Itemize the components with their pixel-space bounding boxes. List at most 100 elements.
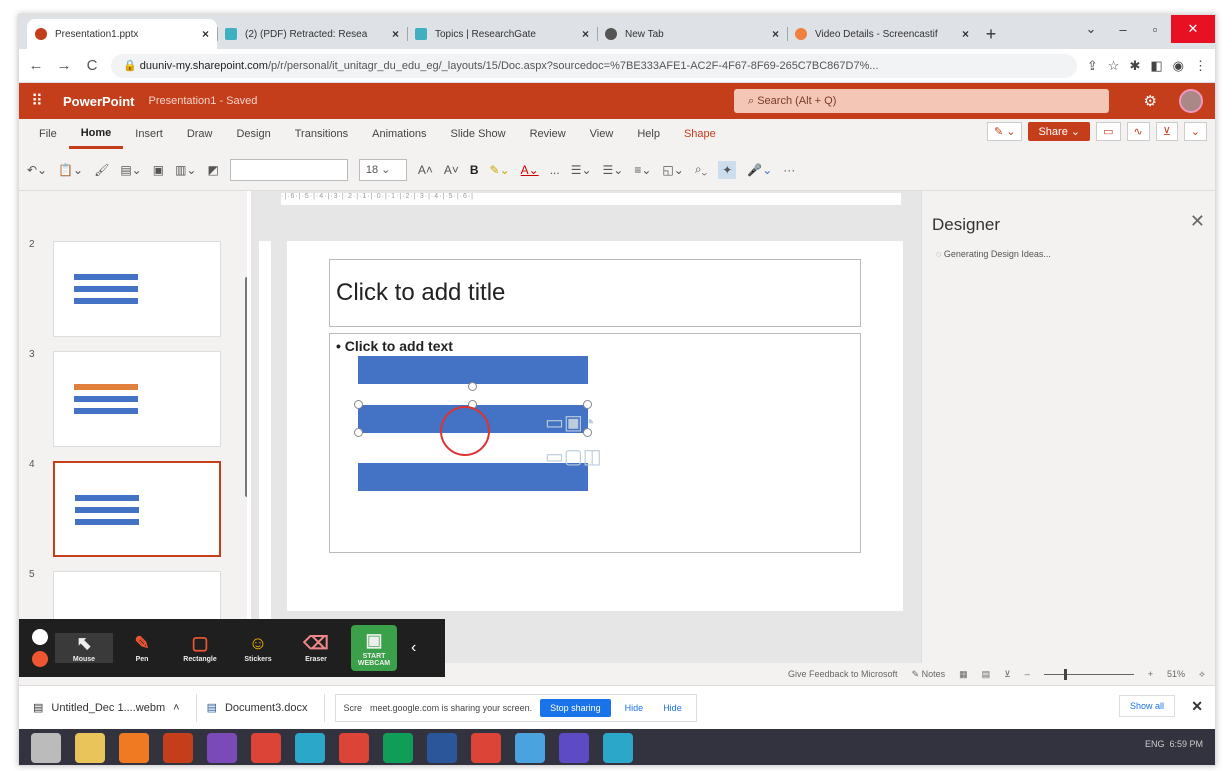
profile-icon[interactable]: ◉ bbox=[1173, 58, 1184, 74]
download-item[interactable]: ▤ Untitled_Dec 1....webm ˄ bbox=[33, 693, 197, 722]
font-color-icon[interactable]: A⌄ bbox=[521, 163, 539, 177]
tab-shape[interactable]: Shape bbox=[672, 119, 728, 149]
font-size-field[interactable]: 18 ⌄ bbox=[358, 158, 407, 181]
tab-view[interactable]: View bbox=[578, 119, 626, 149]
chrome-icon[interactable] bbox=[471, 733, 501, 763]
download-item[interactable]: ▤ Document3.docx bbox=[207, 693, 325, 722]
numbering-icon[interactable]: ☰⌄ bbox=[603, 163, 624, 177]
search-box[interactable]: ⌕ Search (Alt + Q) bbox=[734, 89, 1109, 113]
overflow-icon[interactable]: ··· bbox=[783, 163, 795, 177]
settings-gear-icon[interactable]: ⚙ bbox=[1144, 92, 1157, 110]
more-font-options-button[interactable]: ... bbox=[550, 163, 560, 177]
stickers-tool[interactable]: ☺ Stickers bbox=[229, 633, 287, 663]
tab-insert[interactable]: Insert bbox=[123, 119, 175, 149]
close-tab-icon[interactable]: × bbox=[202, 27, 209, 41]
window-close-icon[interactable]: ✕ bbox=[1171, 15, 1215, 43]
present-icon[interactable]: ⊻ bbox=[1155, 122, 1178, 141]
bold-button[interactable]: B bbox=[470, 163, 479, 177]
align-icon[interactable]: ≡⌄ bbox=[634, 163, 651, 177]
rotate-handle[interactable] bbox=[468, 382, 477, 391]
file-explorer-icon[interactable] bbox=[75, 733, 105, 763]
undo-icon[interactable]: ↶⌄ bbox=[27, 163, 47, 177]
system-tray[interactable]: ENG 6:59 PM bbox=[1145, 739, 1203, 749]
chrome-icon[interactable] bbox=[339, 733, 369, 763]
app-name[interactable]: PowerPoint bbox=[63, 94, 135, 109]
drive-icon[interactable] bbox=[383, 733, 413, 763]
share-button[interactable]: Share ⌄ bbox=[1028, 122, 1091, 141]
new-tab-button[interactable]: + bbox=[977, 20, 1005, 48]
tab-help[interactable]: Help bbox=[625, 119, 672, 149]
tab-newtab[interactable]: New Tab × bbox=[597, 19, 787, 49]
shrink-font-icon[interactable]: A˅ bbox=[444, 163, 459, 177]
reset-icon[interactable]: ◩ bbox=[208, 163, 219, 177]
collapse-toolbar-icon[interactable]: ‹ bbox=[411, 639, 416, 657]
thumbnails-scrollbar[interactable] bbox=[245, 277, 247, 497]
chrome-icon[interactable] bbox=[251, 733, 281, 763]
font-name-field[interactable] bbox=[229, 158, 348, 181]
zoom-slider-thumb[interactable] bbox=[1063, 668, 1067, 680]
close-icon[interactable]: ✕ bbox=[1190, 211, 1205, 232]
document-name[interactable]: Presentation1 - Saved bbox=[149, 95, 258, 107]
url-field[interactable]: 🔒 duuniv-my.sharepoint.com/p/r/personal/… bbox=[111, 53, 1077, 78]
find-icon[interactable]: ⌕⌄ bbox=[695, 162, 707, 177]
tab-slide-show[interactable]: Slide Show bbox=[439, 119, 518, 149]
slide[interactable]: Click to add title • Click to add text ▭… bbox=[287, 241, 903, 611]
app-icon[interactable] bbox=[207, 733, 237, 763]
rectangle-tool[interactable]: ▢ Rectangle bbox=[171, 633, 229, 663]
close-icon[interactable]: ✕ bbox=[1191, 698, 1203, 715]
bookmark-star-icon[interactable]: ☆ bbox=[1108, 58, 1120, 74]
highlight-icon[interactable]: ✎⌄ bbox=[490, 163, 510, 177]
word-icon[interactable] bbox=[427, 733, 457, 763]
layout-icon[interactable]: ▥⌄ bbox=[175, 163, 196, 177]
tab-draw[interactable]: Draw bbox=[175, 119, 225, 149]
app-launcher-icon[interactable]: ⠿ bbox=[19, 91, 55, 111]
format-painter-icon[interactable]: 🖌 bbox=[94, 163, 109, 177]
start-webcam-button[interactable]: ▣ START WEBCAM bbox=[351, 625, 397, 671]
catch-up-icon[interactable]: ∿ bbox=[1126, 122, 1150, 141]
pen-tool[interactable]: ✎ Pen bbox=[113, 633, 171, 663]
restore-icon[interactable]: ▫ bbox=[1139, 15, 1171, 43]
forward-icon[interactable]: → bbox=[55, 57, 73, 74]
resize-handle[interactable] bbox=[583, 400, 592, 409]
settings-icon[interactable] bbox=[559, 733, 589, 763]
slide-thumbnail-4[interactable] bbox=[53, 461, 221, 557]
reuse-slides-icon[interactable]: ▣ bbox=[153, 163, 164, 177]
sidepanel-icon[interactable]: ◧ bbox=[1150, 58, 1162, 74]
share-page-icon[interactable]: ⇪ bbox=[1087, 58, 1098, 74]
hide-button[interactable]: Hide bbox=[619, 699, 650, 717]
dictate-icon[interactable]: 🎤⌄ bbox=[747, 163, 772, 177]
grow-font-icon[interactable]: A˄ bbox=[418, 163, 433, 177]
reading-view-icon[interactable]: ⊻ bbox=[1004, 669, 1011, 680]
tab-review[interactable]: Review bbox=[518, 119, 578, 149]
tab-pdf[interactable]: (2) (PDF) Retracted: Resea × bbox=[217, 19, 407, 49]
title-placeholder[interactable]: Click to add title bbox=[329, 259, 861, 327]
fit-slide-icon[interactable]: ⟡ bbox=[1199, 669, 1205, 680]
eraser-tool[interactable]: ⌫ Eraser bbox=[287, 633, 345, 663]
feedback-link[interactable]: Give Feedback to Microsoft bbox=[788, 669, 898, 679]
zoom-in-button[interactable]: + bbox=[1148, 669, 1153, 679]
close-tab-icon[interactable]: × bbox=[772, 27, 779, 41]
close-tab-icon[interactable]: × bbox=[392, 27, 399, 41]
resize-handle[interactable] bbox=[354, 428, 363, 437]
rectangle-shape-1[interactable] bbox=[358, 356, 588, 384]
back-icon[interactable]: ← bbox=[27, 57, 45, 74]
tab-home[interactable]: Home bbox=[68, 119, 124, 149]
tab-design[interactable]: Design bbox=[224, 119, 282, 149]
slide-thumbnail-3[interactable] bbox=[53, 351, 221, 447]
shapes-icon[interactable]: ◱⌄ bbox=[662, 163, 683, 177]
chevron-up-icon[interactable]: ˄ bbox=[173, 702, 179, 714]
pause-icon[interactable] bbox=[32, 629, 48, 645]
tab-transitions[interactable]: Transitions bbox=[283, 119, 360, 149]
menu-icon[interactable]: ⋮ bbox=[1194, 58, 1207, 74]
app-icon[interactable] bbox=[295, 733, 325, 763]
close-tab-icon[interactable]: × bbox=[582, 27, 589, 41]
content-placeholder[interactable]: • Click to add text ▭▣◔ ▭▢◫ bbox=[329, 333, 861, 553]
hide-button-secondary[interactable]: Hide bbox=[657, 699, 688, 717]
paste-icon[interactable]: 📋⌄ bbox=[58, 163, 83, 177]
slide-sorter-icon[interactable]: ▤ bbox=[982, 669, 991, 680]
tab-search-icon[interactable]: ⌄ bbox=[1075, 15, 1107, 43]
mouse-tool[interactable]: ⬉ Mouse bbox=[55, 633, 113, 663]
start-icon[interactable] bbox=[31, 733, 61, 763]
extensions-icon[interactable]: ✱ bbox=[1129, 58, 1140, 74]
app-icon[interactable] bbox=[603, 733, 633, 763]
